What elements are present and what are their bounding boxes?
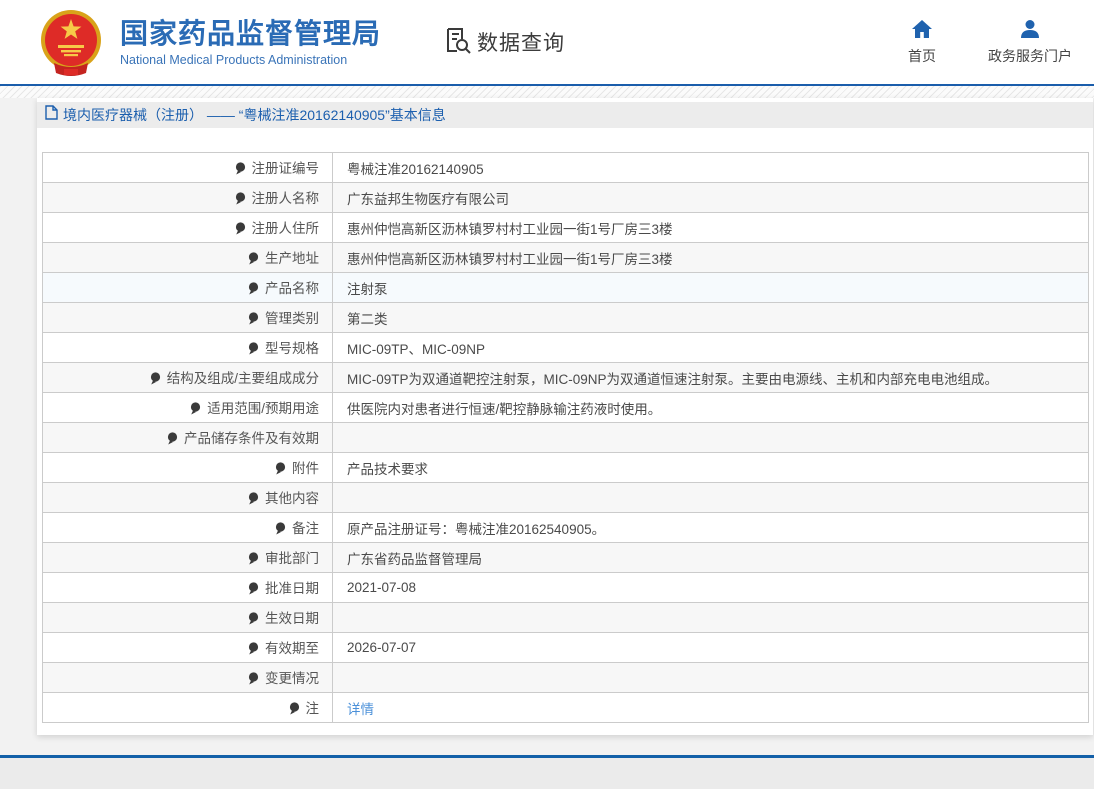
nmpa-emblem-logo	[34, 7, 108, 77]
note-icon	[248, 492, 259, 508]
row-value: 惠州仲恺高新区沥林镇罗村村工业园一街1号厂房三3楼	[347, 252, 673, 267]
table-row: 型号规格 MIC-09TP、MIC-09NP	[43, 333, 1089, 363]
row-value: MIC-09TP、MIC-09NP	[347, 342, 485, 357]
document-icon	[45, 105, 58, 125]
table-row: 管理类别 第二类	[43, 303, 1089, 333]
row-label: 结构及组成/主要组成成分	[167, 371, 319, 386]
row-label: 有效期至	[265, 641, 319, 656]
table-row: 结构及组成/主要组成成分 MIC-09TP为双通道靶控注射泵，MIC-09NP为…	[43, 363, 1089, 393]
site-title: 国家药品监督管理局	[120, 18, 381, 50]
note-icon	[150, 372, 161, 388]
row-value: 2021-07-08	[347, 580, 416, 595]
decorative-stripe-band	[0, 86, 1094, 98]
header-nav: 首页 政务服务门户	[898, 19, 1072, 66]
note-icon	[248, 582, 259, 598]
breadcrumb-text: 境内医疗器械（注册） —— “粤械注准20162140905”基本信息	[63, 105, 446, 125]
row-label: 审批部门	[265, 551, 319, 566]
table-row: 产品名称 注射泵	[43, 273, 1089, 303]
data-query-label: 数据查询	[477, 27, 565, 57]
row-label: 其他内容	[265, 491, 319, 506]
note-icon	[190, 402, 201, 418]
table-row: 生产地址 惠州仲恺高新区沥林镇罗村村工业园一街1号厂房三3楼	[43, 243, 1089, 273]
row-value: 注射泵	[347, 282, 388, 297]
row-label: 适用范围/预期用途	[207, 401, 319, 416]
row-value: MIC-09TP为双通道靶控注射泵，MIC-09NP为双通道恒速注射泵。主要由电…	[347, 372, 998, 387]
user-icon	[1019, 19, 1041, 42]
table-row: 有效期至 2026-07-07	[43, 633, 1089, 663]
table-body: 注册证编号 粤械注准20162140905 注册人名称 广东益邦生物医疗有限公司	[43, 153, 1089, 723]
page-header: 国家药品监督管理局 National Medical Products Admi…	[0, 0, 1094, 86]
nav-home[interactable]: 首页	[898, 19, 946, 66]
note-icon	[275, 462, 286, 478]
note-icon	[275, 522, 286, 538]
row-value: 供医院内对患者进行恒速/靶控静脉输注药液时使用。	[347, 402, 661, 417]
row-value: 粤械注准20162140905	[347, 162, 484, 177]
note-icon	[248, 252, 259, 268]
registration-info-table: 注册证编号 粤械注准20162140905 注册人名称 广东益邦生物医疗有限公司	[42, 152, 1089, 723]
table-row: 注册人名称 广东益邦生物医疗有限公司	[43, 183, 1089, 213]
note-icon	[248, 312, 259, 328]
row-value: 原产品注册证号：粤械注准20162540905。	[347, 522, 605, 537]
row-value: 广东益邦生物医疗有限公司	[347, 192, 509, 207]
table-row: 附件 产品技术要求	[43, 453, 1089, 483]
row-label: 产品名称	[265, 281, 319, 296]
note-icon	[248, 672, 259, 688]
row-label: 批准日期	[265, 581, 319, 596]
row-label: 注	[306, 701, 320, 716]
row-value: 2026-07-07	[347, 640, 416, 655]
row-label: 附件	[292, 461, 319, 476]
note-icon	[235, 222, 246, 238]
table-row: 其他内容	[43, 483, 1089, 513]
table-row: 注册证编号 粤械注准20162140905	[43, 153, 1089, 183]
row-label: 备注	[292, 521, 319, 536]
table-row: 变更情况	[43, 663, 1089, 693]
row-label: 型号规格	[265, 341, 319, 356]
detail-link[interactable]: 详情	[347, 702, 374, 717]
note-icon	[235, 192, 246, 208]
nav-home-label: 首页	[908, 46, 936, 66]
nav-gov-portal-label: 政务服务门户	[988, 46, 1072, 66]
table-row: 批准日期 2021-07-08	[43, 573, 1089, 603]
table-row: 适用范围/预期用途 供医院内对患者进行恒速/靶控静脉输注药液时使用。	[43, 393, 1089, 423]
row-label: 管理类别	[265, 311, 319, 326]
row-value: 产品技术要求	[347, 462, 428, 477]
row-label: 生产地址	[265, 251, 319, 266]
table-row: 生效日期	[43, 603, 1089, 633]
note-icon	[248, 552, 259, 568]
note-icon	[248, 282, 259, 298]
row-label: 注册人住所	[252, 221, 320, 236]
site-subtitle: National Medical Products Administration	[120, 53, 381, 67]
site-title-block: 国家药品监督管理局 National Medical Products Admi…	[120, 18, 381, 67]
note-icon	[289, 702, 300, 718]
row-value: 第二类	[347, 312, 388, 327]
document-search-icon	[443, 26, 471, 59]
row-label: 变更情况	[265, 671, 319, 686]
table-row: 产品储存条件及有效期	[43, 423, 1089, 453]
footer	[0, 758, 1094, 789]
note-icon	[248, 342, 259, 358]
data-query-link[interactable]: 数据查询	[443, 26, 565, 59]
note-icon	[248, 642, 259, 658]
note-icon	[235, 162, 246, 178]
row-value: 惠州仲恺高新区沥林镇罗村村工业园一街1号厂房三3楼	[347, 222, 673, 237]
row-label: 注册人名称	[252, 191, 320, 206]
note-icon	[167, 432, 178, 448]
row-value: 广东省药品监督管理局	[347, 552, 482, 567]
note-icon	[248, 612, 259, 628]
breadcrumb: 境内医疗器械（注册） —— “粤械注准20162140905”基本信息	[37, 102, 1093, 128]
table-row: 审批部门 广东省药品监督管理局	[43, 543, 1089, 573]
row-label: 生效日期	[265, 611, 319, 626]
row-label: 产品储存条件及有效期	[184, 431, 319, 446]
table-row: 注册人住所 惠州仲恺高新区沥林镇罗村村工业园一街1号厂房三3楼	[43, 213, 1089, 243]
table-row: 备注 原产品注册证号：粤械注准20162540905。	[43, 513, 1089, 543]
home-icon	[911, 19, 933, 42]
content-card: 境内医疗器械（注册） —— “粤械注准20162140905”基本信息 注册证编…	[37, 98, 1093, 735]
nav-gov-portal[interactable]: 政务服务门户	[988, 19, 1072, 66]
row-label: 注册证编号	[252, 161, 320, 176]
table-row: 注 详情	[43, 693, 1089, 723]
